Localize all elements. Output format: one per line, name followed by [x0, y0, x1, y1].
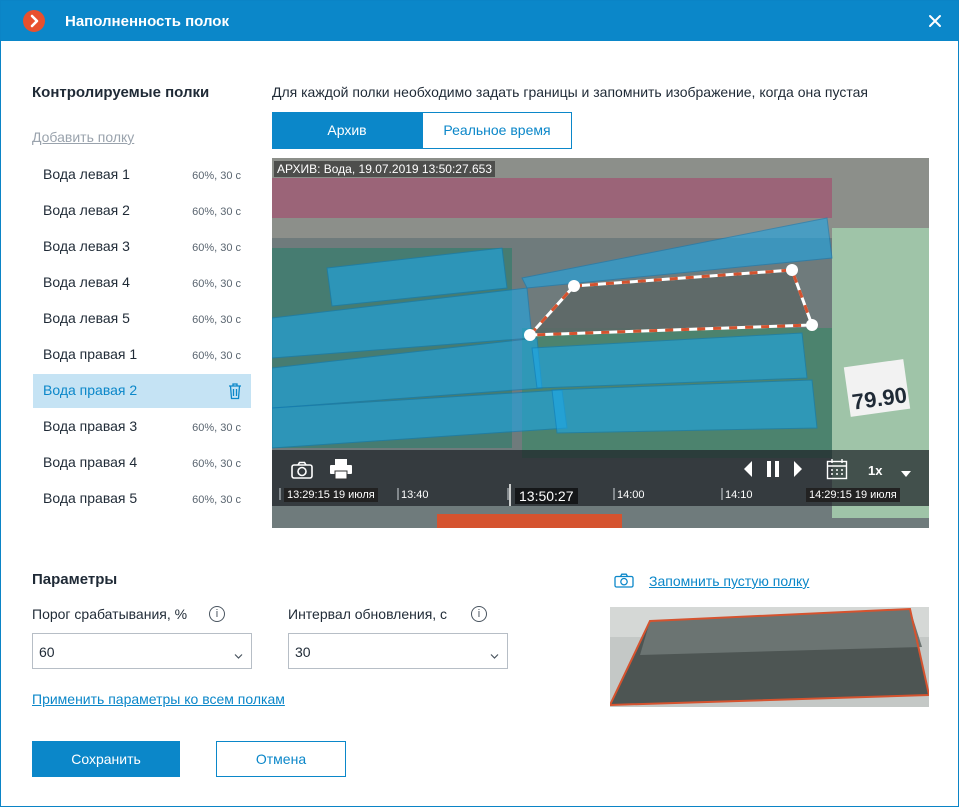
timeline-start-label: 13:29:15 19 июля	[284, 488, 378, 502]
speed-selector[interactable]: 1x	[868, 463, 882, 478]
step-forward-icon[interactable]	[792, 460, 804, 478]
empty-shelf-thumbnail	[610, 607, 929, 707]
apply-to-all-link[interactable]: Применить параметры ко всем полкам	[32, 691, 285, 707]
shelf-item-value: 60%, 30 с	[192, 278, 241, 290]
tab-realtime[interactable]: Реальное время	[422, 112, 572, 149]
add-shelf-link[interactable]: Добавить полку	[32, 129, 134, 145]
archive-caption: АРХИВ: Вода, 19.07.2019 13:50:27.653	[274, 161, 495, 177]
shelf-item-selected[interactable]: Вода правая 2	[33, 374, 251, 408]
shelf-item-name: Вода правая 3	[43, 418, 138, 434]
timeline-end-label: 14:29:15 19 июля	[806, 488, 900, 502]
timeline-tick-label: 14:00	[617, 489, 645, 501]
info-icon[interactable]: i	[209, 606, 225, 622]
shelf-item[interactable]: Вода правая 4 60%, 30 с	[33, 446, 251, 480]
interval-select[interactable]: 30	[288, 633, 508, 669]
dialog-title: Наполненность полок	[65, 13, 229, 30]
print-icon[interactable]	[329, 458, 353, 480]
close-icon[interactable]	[923, 9, 947, 33]
remember-empty-shelf-link[interactable]: Запомнить пустую полку	[649, 573, 809, 589]
interval-value: 30	[295, 644, 311, 660]
chevron-down-icon	[490, 648, 499, 659]
trash-icon[interactable]	[227, 382, 243, 400]
shelf-item[interactable]: Вода левая 1 60%, 30 с	[33, 158, 251, 192]
shelf-item[interactable]: Вода левая 4 60%, 30 с	[33, 266, 251, 300]
shelf-item-value: 60%, 30 с	[192, 170, 241, 182]
shelf-item[interactable]: Вода правая 5 60%, 30 с	[33, 482, 251, 516]
shelf-item-name: Вода правая 2	[43, 382, 138, 398]
shelf-item[interactable]: Вода левая 3 60%, 30 с	[33, 230, 251, 264]
camera-icon[interactable]	[614, 573, 634, 588]
shelf-item-name: Вода левая 4	[43, 274, 130, 290]
shelves-heading: Контролируемые полки	[32, 84, 210, 101]
title-bar: Наполненность полок	[1, 1, 958, 41]
recording-range-bar[interactable]	[437, 514, 622, 528]
shelf-item-name: Вода правая 4	[43, 454, 138, 470]
tab-archive[interactable]: Архив	[272, 112, 422, 149]
app-logo-icon	[23, 10, 45, 32]
shelf-item-value: 60%, 30 с	[192, 242, 241, 254]
info-icon[interactable]: i	[471, 606, 487, 622]
video-viewer[interactable]: 79.90 АРХИВ: Вода, 19.07.2019 13:50:27.6…	[272, 158, 929, 528]
threshold-label: Порог срабатывания, %	[32, 606, 188, 622]
shelf-item-value: 60%, 30 с	[192, 206, 241, 218]
camera-snapshot-icon[interactable]	[290, 460, 314, 480]
shelf-item[interactable]: Вода правая 1 60%, 30 с	[33, 338, 251, 372]
shelf-item[interactable]: Вода правая 3 60%, 30 с	[33, 410, 251, 444]
save-button[interactable]: Сохранить	[32, 741, 180, 777]
timeline-tick-label: 13:40	[401, 489, 429, 501]
step-back-icon[interactable]	[742, 460, 754, 478]
threshold-select[interactable]: 60	[32, 633, 252, 669]
dialog-window: Наполненность полок Контролируемые полки…	[0, 0, 959, 807]
timeline-tick-label: 14:10	[725, 489, 753, 501]
chevron-down-icon[interactable]	[900, 465, 912, 477]
shelf-item-name: Вода левая 2	[43, 202, 130, 218]
chevron-down-icon	[234, 648, 243, 659]
params-heading: Параметры	[32, 571, 118, 588]
shelf-item-value: 60%, 30 с	[192, 350, 241, 362]
shelf-item[interactable]: Вода левая 5 60%, 30 с	[33, 302, 251, 336]
shelf-item-value: 60%, 30 с	[192, 494, 241, 506]
pause-icon[interactable]	[766, 460, 780, 478]
interval-label: Интервал обновления, с	[288, 606, 448, 622]
shelf-item-value: 60%, 30 с	[192, 314, 241, 326]
shelf-item-name: Вода левая 3	[43, 238, 130, 254]
shelf-item-name: Вода левая 5	[43, 310, 130, 326]
timeline-current-time: 13:50:27	[515, 488, 578, 504]
shelf-item-name: Вода правая 5	[43, 490, 138, 506]
calendar-icon[interactable]	[826, 458, 848, 480]
threshold-value: 60	[39, 644, 55, 660]
shelf-item-name: Вода правая 1	[43, 346, 138, 362]
shelf-item[interactable]: Вода левая 2 60%, 30 с	[33, 194, 251, 228]
shelf-item-value: 60%, 30 с	[192, 422, 241, 434]
shelf-item-name: Вода левая 1	[43, 166, 130, 182]
cancel-button[interactable]: Отмена	[216, 741, 346, 777]
shelf-item-value: 60%, 30 с	[192, 458, 241, 470]
instruction-text: Для каждой полки необходимо задать грани…	[272, 84, 868, 100]
timeline[interactable]: 13:29:15 19 июля 13:40 14:00 14:10 14:29…	[272, 484, 929, 506]
